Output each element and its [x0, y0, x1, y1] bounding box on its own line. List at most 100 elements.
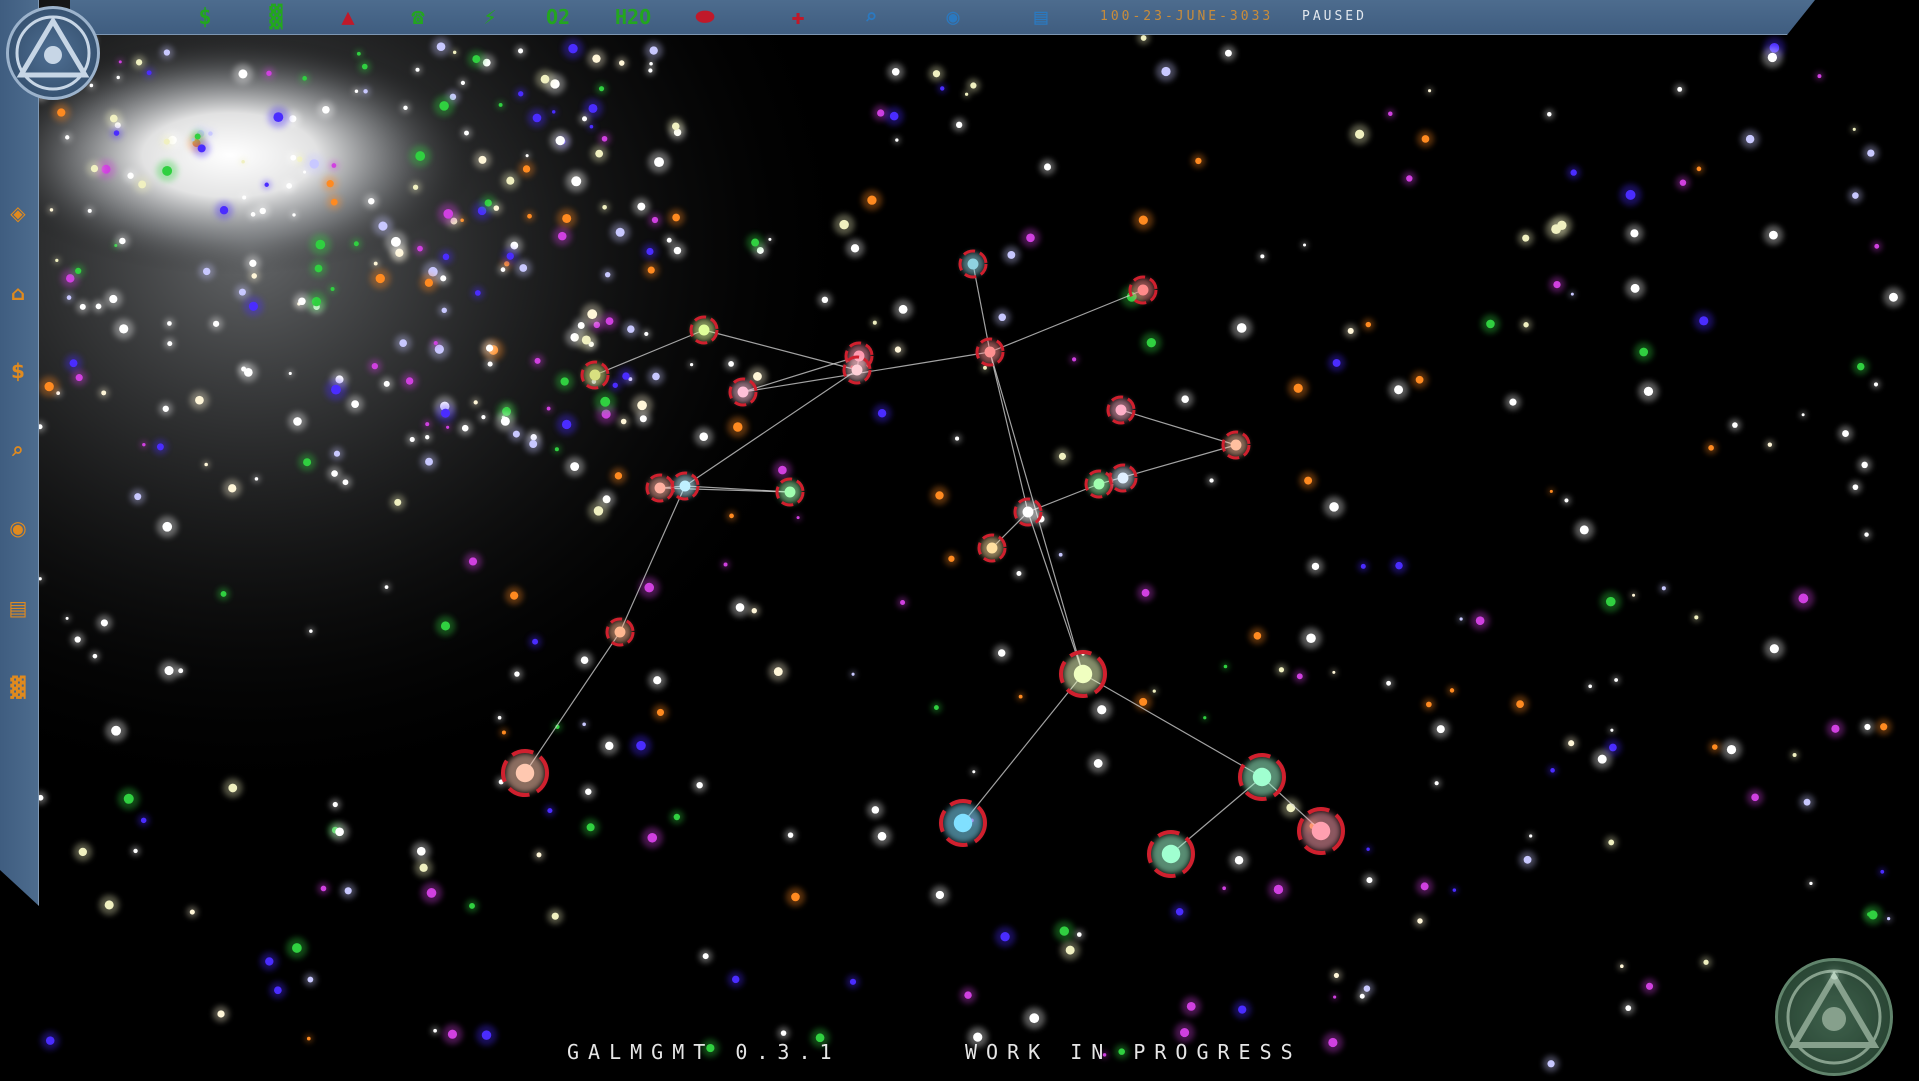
- star: [732, 975, 740, 984]
- star: [821, 296, 829, 304]
- star: [217, 1010, 225, 1018]
- star: [733, 422, 743, 432]
- star: [602, 204, 607, 210]
- population-icon[interactable]: ▓: [263, 3, 289, 31]
- star: [577, 322, 585, 329]
- star: [442, 253, 450, 261]
- star: [133, 848, 138, 854]
- star: [1547, 1060, 1555, 1068]
- star: [532, 638, 539, 645]
- star: [251, 273, 257, 279]
- medical-cross-icon[interactable]: ✚: [785, 3, 811, 31]
- star: [419, 863, 428, 872]
- faction-emblem-icon[interactable]: ◈: [5, 200, 31, 226]
- star: [101, 164, 111, 174]
- star: [1852, 484, 1859, 491]
- surveillance-eye-icon[interactable]: ◉: [5, 515, 31, 541]
- water-icon[interactable]: H2O: [615, 3, 651, 31]
- search-icon[interactable]: ⌕: [858, 3, 884, 31]
- star: [416, 846, 426, 856]
- logbook-icon[interactable]: ▤: [1028, 3, 1054, 31]
- star: [119, 324, 129, 334]
- star: [1161, 66, 1171, 77]
- communications-icon[interactable]: ☎: [405, 3, 431, 31]
- star: [264, 182, 269, 187]
- star: [415, 67, 420, 72]
- money-icon[interactable]: $: [192, 3, 218, 31]
- faction-watermark-icon: [1775, 958, 1893, 1076]
- system-star: [967, 258, 979, 270]
- star: [74, 636, 81, 643]
- star: [935, 491, 944, 500]
- star: [972, 770, 976, 774]
- population-icon[interactable]: ▓: [5, 674, 31, 700]
- star: [119, 237, 126, 245]
- star: [1630, 283, 1640, 293]
- star: [1564, 498, 1569, 503]
- money-icon[interactable]: $: [5, 358, 31, 384]
- star: [238, 288, 246, 296]
- star: [1415, 375, 1424, 384]
- star: [243, 368, 253, 377]
- star: [647, 266, 655, 274]
- star: [146, 70, 152, 76]
- star: [644, 331, 649, 337]
- star: [1304, 476, 1313, 485]
- star: [1065, 945, 1075, 955]
- faction-logo-icon[interactable]: [6, 6, 100, 100]
- star: [425, 435, 430, 440]
- star: [1388, 111, 1393, 116]
- energy-icon[interactable]: ⚡: [477, 3, 503, 31]
- star: [399, 339, 407, 347]
- star: [1769, 644, 1779, 654]
- star: [1610, 728, 1614, 732]
- star: [512, 430, 520, 438]
- factory-icon[interactable]: ⌂: [5, 280, 31, 306]
- galaxy-map[interactable]: [0, 0, 1919, 1081]
- star: [302, 76, 307, 81]
- surveillance-eye-icon[interactable]: ◉: [940, 3, 966, 31]
- star: [627, 325, 635, 333]
- star: [1459, 617, 1463, 621]
- star: [1645, 982, 1654, 990]
- star: [1767, 442, 1773, 447]
- star: [649, 61, 653, 66]
- star: [331, 163, 337, 168]
- star: [851, 672, 855, 676]
- star: [671, 122, 680, 131]
- star: [1523, 855, 1532, 864]
- star: [587, 309, 598, 320]
- medicine-pill-icon[interactable]: ⬬: [692, 3, 718, 31]
- star: [1273, 884, 1284, 895]
- star: [409, 436, 415, 443]
- star: [1597, 754, 1607, 764]
- star: [593, 506, 604, 516]
- star: [1880, 723, 1888, 731]
- star: [1354, 129, 1365, 139]
- star: [378, 221, 388, 231]
- star: [1609, 743, 1617, 752]
- star: [672, 213, 680, 222]
- star: [426, 888, 437, 898]
- star: [1699, 316, 1709, 326]
- pause-status[interactable]: PAUSED: [1302, 9, 1367, 24]
- threat-icon[interactable]: ▲: [335, 3, 361, 31]
- system-star: [984, 346, 996, 358]
- star: [113, 130, 120, 136]
- logbook-icon[interactable]: ▤: [5, 595, 31, 621]
- star: [49, 208, 54, 212]
- search-icon[interactable]: ⌕: [5, 436, 31, 462]
- star: [1428, 89, 1432, 93]
- oxygen-icon[interactable]: O2: [545, 3, 571, 31]
- star: [1238, 1005, 1247, 1014]
- star: [1278, 667, 1285, 673]
- star: [501, 730, 506, 735]
- star: [1260, 254, 1265, 259]
- star: [307, 976, 314, 983]
- star: [604, 271, 611, 278]
- star: [390, 236, 401, 247]
- star: [1852, 127, 1856, 131]
- star: [163, 138, 170, 145]
- star: [333, 450, 341, 457]
- star: [1842, 430, 1849, 437]
